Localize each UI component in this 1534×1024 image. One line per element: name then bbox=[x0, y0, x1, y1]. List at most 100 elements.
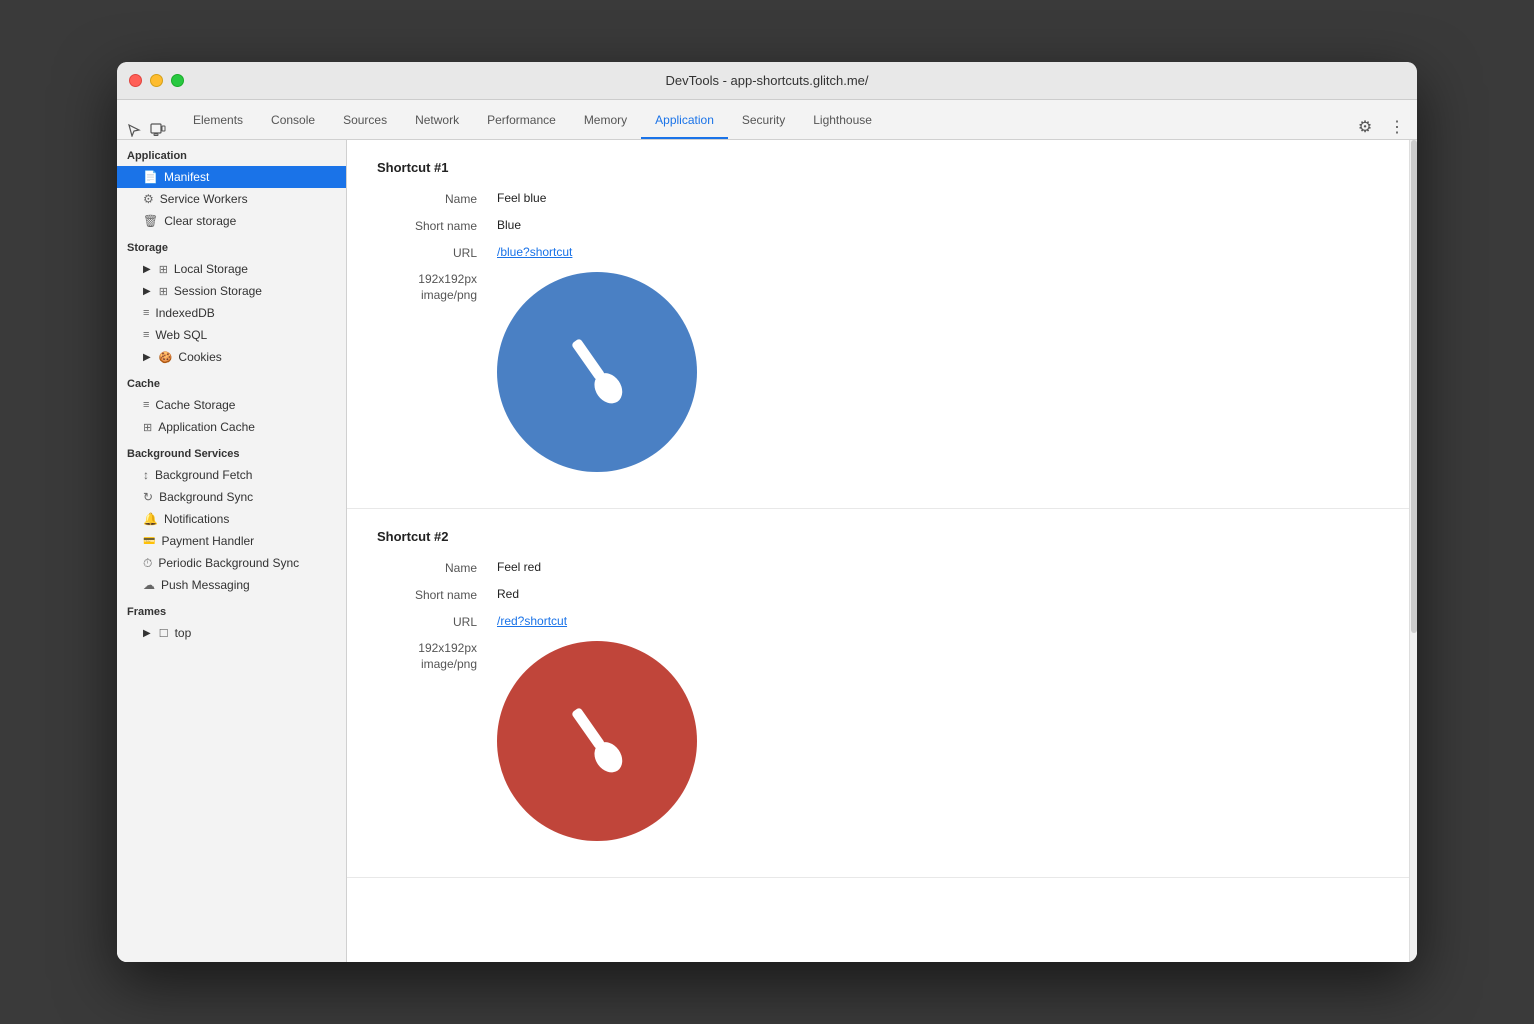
tab-console[interactable]: Console bbox=[257, 103, 329, 139]
tab-performance[interactable]: Performance bbox=[473, 103, 570, 139]
name-label-2: Name bbox=[377, 560, 497, 575]
sidebar-item-payment-handler[interactable]: 💳 Payment Handler bbox=[117, 530, 346, 552]
shortcut-1-section: Shortcut #1 Name Feel blue Short name Bl… bbox=[347, 140, 1417, 509]
manifest-icon: 📄 bbox=[143, 170, 158, 184]
arrow-icon: ▶ bbox=[143, 628, 151, 639]
tab-elements[interactable]: Elements bbox=[179, 103, 257, 139]
cursor-icon[interactable] bbox=[125, 121, 143, 139]
sidebar-item-periodic-bg-sync[interactable]: ⏱ Periodic Background Sync bbox=[117, 552, 346, 574]
app-cache-icon: ⊞ bbox=[143, 421, 152, 434]
tab-sources[interactable]: Sources bbox=[329, 103, 401, 139]
arrow-icon: ▶ bbox=[143, 264, 151, 275]
bg-sync-icon: ↻ bbox=[143, 490, 153, 504]
main-scroll-container: Shortcut #1 Name Feel blue Short name Bl… bbox=[347, 140, 1417, 962]
shortcut-1-url-value[interactable]: /blue?shortcut bbox=[497, 245, 572, 259]
close-button[interactable] bbox=[129, 74, 142, 87]
service-workers-icon: ⚙ bbox=[143, 192, 154, 206]
shortcut-2-section: Shortcut #2 Name Feel red Short name Red… bbox=[347, 509, 1417, 878]
sidebar-item-bg-fetch[interactable]: ↕ Background Fetch bbox=[117, 464, 346, 486]
sidebar-item-notifications[interactable]: 🔔 Notifications bbox=[117, 508, 346, 530]
scrollbar-thumb[interactable] bbox=[1411, 140, 1417, 633]
shortcut-2-url-row: URL /red?shortcut bbox=[377, 614, 1387, 629]
indexeddb-icon: ≡ bbox=[143, 307, 149, 319]
bg-fetch-icon: ↕ bbox=[143, 468, 149, 482]
browser-window: DevTools - app-shortcuts.glitch.me/ bbox=[117, 62, 1417, 962]
sidebar-item-local-storage[interactable]: ▶ ⊞ Local Storage bbox=[117, 258, 346, 280]
arrow-icon: ▶ bbox=[143, 352, 151, 363]
main-content: Shortcut #1 Name Feel blue Short name Bl… bbox=[347, 140, 1417, 878]
shortcut-1-image-type: image/png bbox=[377, 288, 477, 302]
sidebar-item-top-frame[interactable]: ▶ ☐ top bbox=[117, 622, 346, 644]
sidebar-item-clear-storage[interactable]: 🗑 Clear storage bbox=[117, 210, 346, 232]
sidebar-item-manifest[interactable]: 📄 Manifest bbox=[117, 166, 346, 188]
notifications-icon: 🔔 bbox=[143, 512, 158, 526]
session-storage-icon: ⊞ bbox=[159, 285, 168, 298]
settings-icon[interactable]: ⚙ bbox=[1353, 115, 1377, 139]
websql-icon: ≡ bbox=[143, 329, 149, 341]
shortcut-1-url-row: URL /blue?shortcut bbox=[377, 245, 1387, 260]
url-label-2: URL bbox=[377, 614, 497, 629]
frame-icon: ☐ bbox=[159, 627, 169, 640]
scrollbar-track[interactable] bbox=[1409, 140, 1417, 962]
traffic-lights bbox=[129, 74, 184, 87]
shortcut-1-shortname-row: Short name Blue bbox=[377, 218, 1387, 233]
shortcut-2-image bbox=[497, 641, 697, 841]
minimize-button[interactable] bbox=[150, 74, 163, 87]
maximize-button[interactable] bbox=[171, 74, 184, 87]
periodic-sync-icon: ⏱ bbox=[143, 556, 152, 571]
sidebar-item-cache-storage[interactable]: ≡ Cache Storage bbox=[117, 394, 346, 416]
tab-application[interactable]: Application bbox=[641, 103, 728, 139]
sidebar-item-app-cache[interactable]: ⊞ Application Cache bbox=[117, 416, 346, 438]
url-label: URL bbox=[377, 245, 497, 260]
right-icons: ⚙ ⋮ bbox=[1353, 115, 1409, 139]
shortcut-2-shortname-value: Red bbox=[497, 587, 519, 601]
sidebar-item-push-messaging[interactable]: ☁ Push Messaging bbox=[117, 574, 346, 596]
image-labels-2: 192x192px image/png bbox=[377, 641, 497, 671]
titlebar: DevTools - app-shortcuts.glitch.me/ bbox=[117, 62, 1417, 100]
sidebar-item-bg-sync[interactable]: ↻ Background Sync bbox=[117, 486, 346, 508]
tab-lighthouse[interactable]: Lighthouse bbox=[799, 103, 886, 139]
sidebar-item-indexeddb[interactable]: ≡ IndexedDB bbox=[117, 302, 346, 324]
arrow-icon: ▶ bbox=[143, 286, 151, 297]
sidebar-item-websql[interactable]: ≡ Web SQL bbox=[117, 324, 346, 346]
shortcut-2-title: Shortcut #2 bbox=[377, 529, 1387, 544]
push-messaging-icon: ☁ bbox=[143, 578, 155, 592]
name-label: Name bbox=[377, 191, 497, 206]
devtools-body: Application 📄 Manifest ⚙ Service Workers… bbox=[117, 140, 1417, 962]
shortname-label-2: Short name bbox=[377, 587, 497, 602]
cache-storage-icon: ≡ bbox=[143, 399, 149, 411]
sidebar-item-cookies[interactable]: ▶ 🍪 Cookies bbox=[117, 346, 346, 368]
shortcut-1-image bbox=[497, 272, 697, 472]
image-labels: 192x192px image/png bbox=[377, 272, 497, 302]
shortcut-2-image-size: 192x192px bbox=[377, 641, 477, 655]
sidebar: Application 📄 Manifest ⚙ Service Workers… bbox=[117, 140, 347, 962]
shortcut-2-name-row: Name Feel red bbox=[377, 560, 1387, 575]
local-storage-icon: ⊞ bbox=[159, 263, 168, 276]
shortcut-2-name-value: Feel red bbox=[497, 560, 541, 574]
sidebar-section-cache: Cache bbox=[117, 368, 346, 394]
shortcut-2-image-type: image/png bbox=[377, 657, 477, 671]
shortcut-2-url-value[interactable]: /red?shortcut bbox=[497, 614, 567, 628]
window-title: DevTools - app-shortcuts.glitch.me/ bbox=[665, 73, 868, 88]
toolbar-icons bbox=[125, 121, 167, 139]
tab-network[interactable]: Network bbox=[401, 103, 473, 139]
cookies-icon: 🍪 bbox=[159, 351, 173, 364]
sidebar-section-bg-services: Background Services bbox=[117, 438, 346, 464]
shortcut-2-shortname-row: Short name Red bbox=[377, 587, 1387, 602]
sidebar-item-service-workers[interactable]: ⚙ Service Workers bbox=[117, 188, 346, 210]
shortcut-1-name-row: Name Feel blue bbox=[377, 191, 1387, 206]
device-toggle-icon[interactable] bbox=[149, 121, 167, 139]
more-options-icon[interactable]: ⋮ bbox=[1385, 115, 1409, 139]
payment-icon: 💳 bbox=[143, 536, 155, 547]
shortcut-1-image-row: 192x192px image/png bbox=[377, 272, 1387, 472]
shortname-label: Short name bbox=[377, 218, 497, 233]
devtools: Elements Console Sources Network Perform… bbox=[117, 100, 1417, 962]
sidebar-item-session-storage[interactable]: ▶ ⊞ Session Storage bbox=[117, 280, 346, 302]
tab-memory[interactable]: Memory bbox=[570, 103, 641, 139]
sidebar-section-frames: Frames bbox=[117, 596, 346, 622]
sidebar-section-storage: Storage bbox=[117, 232, 346, 258]
shortcut-1-image-size: 192x192px bbox=[377, 272, 477, 286]
clear-storage-icon: 🗑 bbox=[143, 214, 158, 228]
shortcut-2-image-row: 192x192px image/png bbox=[377, 641, 1387, 841]
tab-security[interactable]: Security bbox=[728, 103, 799, 139]
